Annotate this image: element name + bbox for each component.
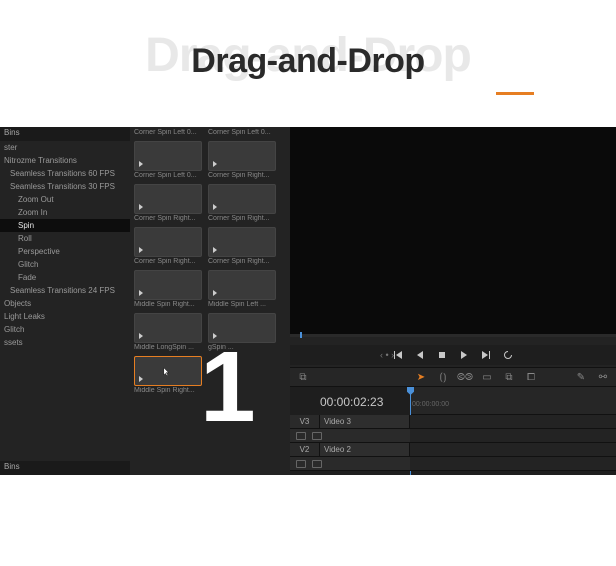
preview-monitor — [290, 127, 616, 337]
thumbnail[interactable] — [134, 356, 202, 386]
track-header[interactable]: V2 — [290, 443, 320, 456]
razor-tool-icon[interactable]: ▭ — [480, 370, 494, 384]
tool-row: ⧉ ➤ ⟮⟯ ⧀⧁ ▭ ⧉ ⧠ ✎ ⚯ — [290, 367, 616, 387]
thumbnail[interactable] — [208, 270, 276, 300]
timecode-tool-icon[interactable]: ⧉ — [296, 370, 310, 384]
thumbnail-panel: Corner Spin Left 0... Corner Spin Left 0.… — [130, 127, 290, 475]
sidebar-item[interactable]: Nitrozme Transitions — [0, 154, 130, 167]
sidebar-item[interactable]: Glitch — [0, 323, 130, 336]
thumbnail[interactable] — [208, 184, 276, 214]
play-button[interactable] — [458, 349, 470, 361]
slip-tool-icon[interactable]: ⧉ — [502, 370, 516, 384]
nav-chevrons[interactable]: ‹ • › — [380, 350, 394, 360]
track-toggle-icon[interactable] — [312, 460, 322, 468]
sidebar-item[interactable]: Seamless Transitions 60 FPS — [0, 167, 130, 180]
thumbnail[interactable] — [208, 227, 276, 257]
track-name: Video 3 — [320, 415, 410, 428]
timecode-display: 00:00:02:23 — [320, 395, 383, 409]
track-body[interactable] — [410, 429, 616, 442]
sidebar-item[interactable]: Roll — [0, 232, 130, 245]
thumb-label: Corner Spin Right... — [208, 215, 276, 225]
sidebar-item[interactable]: ssets — [0, 336, 130, 349]
sidebar-item[interactable]: Perspective — [0, 245, 130, 258]
sidebar-item[interactable]: ster — [0, 141, 130, 154]
track-name: Video 2 — [320, 443, 410, 456]
link-tool-icon[interactable]: ⚯ — [596, 370, 610, 384]
stop-button[interactable] — [436, 349, 448, 361]
thumb-label: Corner Spin Left 0... — [134, 172, 202, 182]
thumb-label: Corner Spin Right... — [134, 258, 202, 268]
hero-underline — [496, 92, 534, 95]
trim-tool-icon[interactable]: ⟮⟯ — [436, 370, 450, 384]
sidebar-item[interactable]: Objects — [0, 297, 130, 310]
thumbnail[interactable] — [134, 227, 202, 257]
track-lock-icon[interactable] — [296, 460, 306, 468]
slide-tool-icon[interactable]: ⧠ — [524, 370, 538, 384]
track-body[interactable] — [410, 443, 616, 456]
sidebar-item[interactable]: Zoom Out — [0, 193, 130, 206]
sidebar-item[interactable]: Seamless Transitions 24 FPS — [0, 284, 130, 297]
mouse-cursor-icon — [163, 367, 171, 377]
thumb-label: Corner Spin Right... — [134, 215, 202, 225]
thumb-label: Middle LongSpin ... — [134, 344, 202, 354]
sidebar-item[interactable]: Fade — [0, 271, 130, 284]
loop-button[interactable] — [502, 349, 514, 361]
track-body[interactable] — [410, 457, 616, 470]
thumbnail[interactable] — [134, 141, 202, 171]
track-header[interactable]: V3 — [290, 415, 320, 428]
unlink-tool-icon[interactable]: ✎ — [574, 370, 588, 384]
transport-bar: ‹ • › — [290, 345, 616, 365]
thumb-label: Corner Spin Right... — [208, 258, 276, 268]
bins-panel-footer: Bins — [0, 461, 130, 475]
track-controls — [290, 429, 410, 442]
thumbnail[interactable] — [208, 141, 276, 171]
thumb-label: gSpin ... — [208, 344, 276, 354]
thumbnail[interactable] — [134, 184, 202, 214]
thumb-label: Middle Spin Left ... — [208, 301, 276, 311]
go-to-end-button[interactable] — [480, 349, 492, 361]
track-controls — [290, 457, 410, 470]
sidebar-item[interactable]: Zoom In — [0, 206, 130, 219]
thumb-label: Corner Spin Right... — [208, 172, 276, 182]
step-back-button[interactable] — [414, 349, 426, 361]
preview-playhead[interactable] — [300, 332, 302, 338]
preview-ruler — [290, 334, 616, 337]
thumb-label: Corner Spin Left 0... — [134, 129, 202, 139]
thumb-label: Corner Spin Left 0... — [208, 129, 276, 139]
selection-tool-icon[interactable]: ➤ — [414, 370, 428, 384]
ripple-tool-icon[interactable]: ⧀⧁ — [458, 370, 472, 384]
sidebar-item[interactable]: Light Leaks — [0, 310, 130, 323]
thumbnail[interactable] — [208, 313, 276, 343]
track-lock-icon[interactable] — [296, 432, 306, 440]
hero-title: Drag-and-Drop — [0, 42, 616, 81]
thumb-label: Middle Spin Right... — [134, 301, 202, 311]
sidebar-tree: sterNitrozme TransitionsSeamless Transit… — [0, 141, 130, 461]
ruler-tick: 00:00:00:00 — [412, 401, 449, 408]
timeline-panel: 00:00:02:23 00:00:00:00 V3Video 3 V2Video… — [290, 387, 616, 475]
thumbnail[interactable] — [134, 313, 202, 343]
time-ruler[interactable]: 00:00:00:00 — [410, 387, 616, 415]
video-editor: Bins Bins sterNitrozme TransitionsSeamle… — [0, 127, 616, 475]
sidebar-item[interactable]: Spin — [0, 219, 130, 232]
sidebar-item[interactable]: Seamless Transitions 30 FPS — [0, 180, 130, 193]
track-toggle-icon[interactable] — [312, 432, 322, 440]
thumbnail[interactable] — [134, 270, 202, 300]
thumb-label: Middle Spin Right... — [134, 387, 202, 397]
track-body[interactable] — [410, 415, 616, 428]
sidebar-item[interactable]: Glitch — [0, 258, 130, 271]
